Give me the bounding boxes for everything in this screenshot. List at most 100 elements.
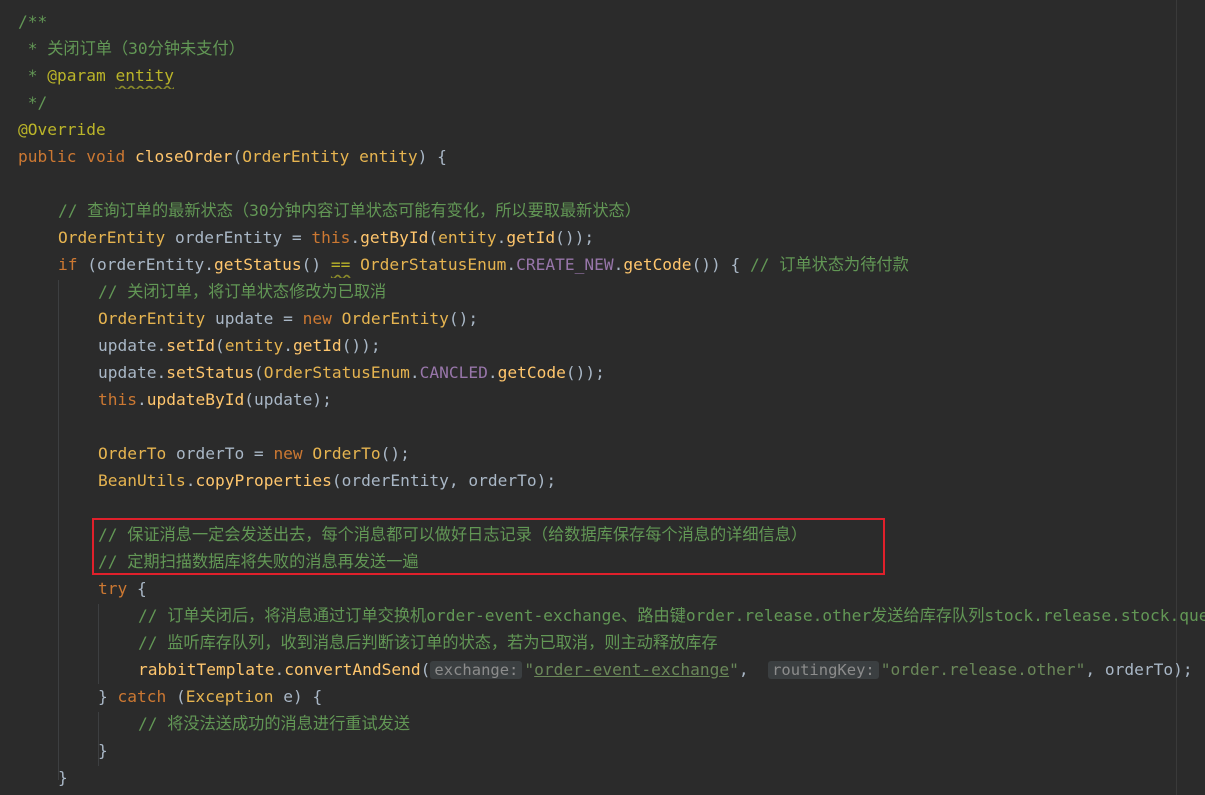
code-token: (update); [244,390,332,409]
code-text: // 将没法送成功的消息进行重试发送 [138,710,410,737]
code-line[interactable]: * @param entity [0,62,1205,89]
code-token: . [350,228,361,247]
code-text: if (orderEntity.getStatus() == OrderStat… [58,251,909,278]
code-token: entity [224,336,284,355]
code-token: ) { [417,147,447,166]
code-editor[interactable]: /** * 关闭订单（30分钟未支付） * @param entity */ @O… [0,0,1205,795]
code-line[interactable]: * 关闭订单（30分钟未支付） [0,35,1205,62]
code-token: @param [47,66,106,85]
code-token: (orderEntity, orderTo); [331,471,557,490]
code-line[interactable]: /** [0,8,1205,35]
code-token: OrderEntity [98,309,215,328]
code-token: ()); [565,363,605,382]
code-text: // 监听库存队列，收到消息后判断该订单的状态，若为已取消，则主动释放库存 [138,629,718,656]
code-line[interactable]: */ [0,89,1205,116]
code-token: OrderEntity [242,147,360,166]
code-line[interactable]: @Override [0,116,1205,143]
code-token: */ [18,93,48,112]
code-line[interactable]: try { [0,575,1205,602]
code-token: // 将没法送成功的消息进行重试发送 [138,714,411,733]
code-line[interactable]: } [0,737,1205,764]
code-line[interactable] [0,413,1205,440]
code-line[interactable] [0,170,1205,197]
code-token: . [506,255,517,274]
code-token: Exception [185,687,284,706]
code-token: . [136,390,147,409]
code-token: OrderEntity [341,309,449,328]
code-text: @Override [18,116,106,143]
code-text: OrderTo orderTo = new OrderTo(); [98,440,410,467]
code-line[interactable]: BeanUtils.copyProperties(orderEntity, or… [0,467,1205,494]
code-token: orderTo = [175,444,274,463]
code-token: * [18,66,48,85]
code-line[interactable]: update.setStatus(OrderStatusEnum.CANCLED… [0,359,1205,386]
code-token: // 订单关闭后，将消息通过订单交换机order-event-exchange、… [138,606,1205,625]
code-line[interactable] [0,494,1205,521]
code-line[interactable]: // 订单关闭后，将消息通过订单交换机order-event-exchange、… [0,602,1205,629]
code-line[interactable]: // 监听库存队列，收到消息后判断该订单的状态，若为已取消，则主动释放库存 [0,629,1205,656]
code-text: OrderEntity update = new OrderEntity(); [98,305,478,332]
code-token: ( [428,228,439,247]
code-token: entity [438,228,497,247]
code-token: OrderTo [312,444,381,463]
code-line[interactable]: // 将没法送成功的消息进行重试发送 [0,710,1205,737]
code-token: if [58,255,88,274]
code-token: try [98,579,137,598]
code-line[interactable]: } [0,764,1205,791]
code-token: BeanUtils [98,471,186,490]
code-token: update = [214,309,303,328]
code-token: == [330,255,351,274]
code-line[interactable]: rabbitTemplate.convertAndSend(exchange: "… [0,656,1205,683]
code-text: // 订单关闭后，将消息通过订单交换机order-event-exchange、… [138,602,1205,629]
code-token: ( [175,687,186,706]
code-line[interactable]: OrderEntity orderEntity = this.getById(e… [0,224,1205,251]
code-text: BeanUtils.copyProperties(orderEntity, or… [98,467,556,494]
code-token: orderEntity = [174,228,312,247]
code-line[interactable]: update.setId(entity.getId()); [0,332,1205,359]
code-token: // 监听库存队列，收到消息后判断该订单的状态，若为已取消，则主动释放库存 [138,633,718,652]
code-token: OrderStatusEnum [360,255,507,274]
code-line[interactable]: this.updateById(update); [0,386,1205,413]
code-token: copyProperties [195,471,332,490]
code-line[interactable]: // 查询订单的最新状态（30分钟内容订单状态可能有变化，所以要取最新状态） [0,197,1205,224]
code-token: update. [98,336,167,355]
code-token: "order.release.other" [880,660,1086,679]
code-line[interactable]: OrderTo orderTo = new OrderTo(); [0,440,1205,467]
code-text: } [58,764,68,791]
code-text: } catch (Exception e) { [98,683,322,710]
code-token: CREATE_NEW [516,255,614,274]
code-line[interactable]: if (orderEntity.getStatus() == OrderStat… [0,251,1205,278]
code-text: // 关闭订单，将订单状态修改为已取消 [98,278,386,305]
code-line[interactable]: public void closeOrder(OrderEntity entit… [0,143,1205,170]
code-token: * 关闭订单（30分钟未支付） [18,39,245,58]
code-token: new [273,444,313,463]
highlight-box [92,518,885,575]
parameter-hint: exchange: [430,661,523,679]
code-token: ( [232,147,243,166]
code-token: /** [18,12,48,31]
code-token: . [409,363,420,382]
code-token: . [185,471,196,490]
code-token: e) { [283,687,323,706]
code-token: setStatus [166,363,254,382]
code-token: catch [117,687,176,706]
code-text: try { [98,575,147,602]
code-text: public void closeOrder(OrderEntity entit… [18,143,447,170]
code-token: this [311,228,351,247]
code-token: getById [360,228,429,247]
code-line[interactable]: OrderEntity update = new OrderEntity(); [0,305,1205,332]
code-line[interactable]: // 关闭订单，将订单状态修改为已取消 [0,278,1205,305]
code-token: OrderEntity [58,228,175,247]
code-token: getId [292,336,342,355]
code-token: // 关闭订单，将订单状态修改为已取消 [98,282,387,301]
code-token: entity [359,147,418,166]
code-token: order-event-exchange [534,660,730,679]
code-token: this [98,390,137,409]
code-text: update.setId(entity.getId()); [98,332,381,359]
code-token: update. [98,363,167,382]
code-line[interactable]: } catch (Exception e) { [0,683,1205,710]
code-token: closeOrder [134,147,233,166]
code-token: ()); [341,336,381,355]
code-text: /** [18,8,47,35]
code-text: */ [18,89,48,116]
